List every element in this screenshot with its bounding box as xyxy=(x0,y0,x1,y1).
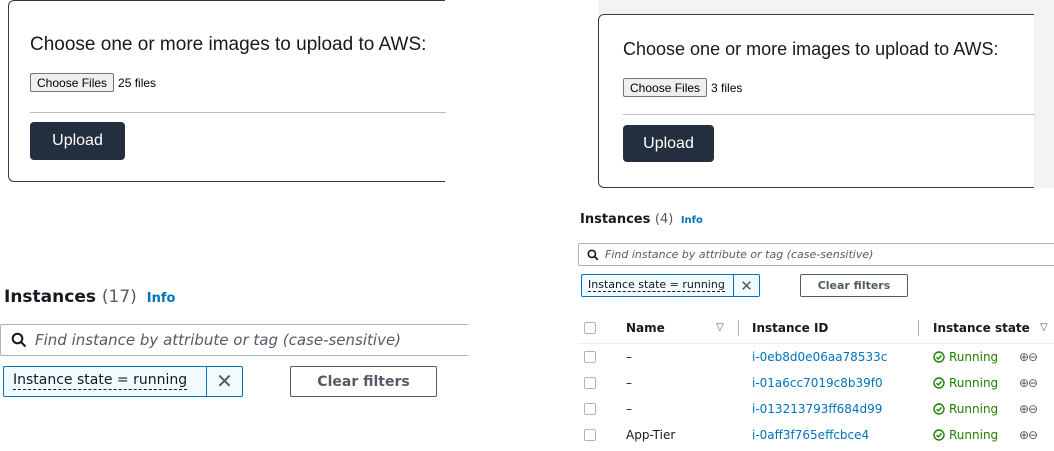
instance-name: – xyxy=(626,376,632,390)
filter-token-label[interactable]: Instance state = running xyxy=(582,275,734,296)
column-separator xyxy=(918,320,919,336)
caret-down-icon[interactable]: ▽ xyxy=(716,312,724,343)
search-placeholder: Find instance by attribute or tag (case-… xyxy=(605,248,874,261)
filter-token-label[interactable]: Instance state = running xyxy=(4,367,207,396)
upload-panel-left: Choose one or more images to upload to A… xyxy=(8,0,446,182)
instance-count: (4) xyxy=(654,212,674,227)
filter-token: Instance state = running ✕ xyxy=(581,274,760,297)
file-picker: Choose Files 3 files xyxy=(623,78,742,97)
instance-id-link[interactable]: i-013213793ff684d99 xyxy=(752,396,882,422)
status-text: Running xyxy=(949,376,999,390)
search-icon xyxy=(11,332,27,348)
info-link[interactable]: Info xyxy=(147,291,176,306)
table-header: Name ▽ Instance ID Instance state ▽ xyxy=(578,312,1054,344)
zoom-in-out-icon[interactable]: ⊕⊖ xyxy=(1019,370,1038,396)
upload-title: Choose one or more images to upload to A… xyxy=(623,39,999,59)
file-count: 3 files xyxy=(711,80,743,95)
instance-id-link[interactable]: i-0eb8d0e06aa78533c xyxy=(752,344,887,370)
column-header-name[interactable]: Name xyxy=(626,312,665,343)
zoom-in-out-icon[interactable]: ⊕⊖ xyxy=(1019,344,1038,370)
check-circle-icon xyxy=(933,403,945,415)
page-title: Instances xyxy=(580,212,651,227)
instance-id-link[interactable]: i-01a6cc7019c8b39f0 xyxy=(752,370,883,396)
status-text: Running xyxy=(949,428,999,442)
status-badge: Running xyxy=(933,422,998,448)
clear-filters-button[interactable]: Clear filters xyxy=(800,274,908,297)
instances-header: Instances (4) Info xyxy=(580,212,703,227)
instance-name: – xyxy=(626,350,632,364)
row-checkbox[interactable] xyxy=(584,403,596,415)
row-checkbox[interactable] xyxy=(584,429,596,441)
instance-count: (17) xyxy=(101,287,137,307)
close-icon[interactable]: ✕ xyxy=(207,367,242,396)
caret-down-icon[interactable]: ▽ xyxy=(1040,312,1048,343)
instances-table: Name ▽ Instance ID Instance state ▽ – i-… xyxy=(578,312,1054,448)
upload-button[interactable]: Upload xyxy=(623,125,714,162)
table-row[interactable]: – i-01a6cc7019c8b39f0 Running ⊕⊖ xyxy=(578,370,1054,396)
column-separator xyxy=(738,320,739,336)
filter-token: Instance state = running ✕ xyxy=(3,366,243,397)
instance-name: App-Tier xyxy=(626,428,676,442)
page-title: Instances xyxy=(4,287,96,307)
clear-filters-button[interactable]: Clear filters xyxy=(290,366,437,397)
status-text: Running xyxy=(949,350,999,364)
choose-files-button[interactable]: Choose Files xyxy=(30,73,115,92)
status-badge: Running xyxy=(933,396,998,422)
check-circle-icon xyxy=(933,429,945,441)
upload-button[interactable]: Upload xyxy=(30,122,125,160)
table-row[interactable]: – i-013213793ff684d99 Running ⊕⊖ xyxy=(578,396,1054,422)
divider xyxy=(30,112,446,113)
divider xyxy=(623,114,1035,115)
upload-panel-right: Choose one or more images to upload to A… xyxy=(598,14,1035,188)
background-strip xyxy=(1034,0,1054,188)
search-input[interactable]: Find instance by attribute or tag (case-… xyxy=(0,324,468,356)
background-strip xyxy=(598,0,1054,14)
status-text: Running xyxy=(949,402,999,416)
row-checkbox[interactable] xyxy=(584,351,596,363)
status-badge: Running xyxy=(933,344,998,370)
zoom-in-out-icon[interactable]: ⊕⊖ xyxy=(1019,422,1038,448)
file-picker: Choose Files 25 files xyxy=(30,73,156,92)
select-all-checkbox[interactable] xyxy=(584,321,596,334)
instance-id-link[interactable]: i-0aff3f765effcbce4 xyxy=(752,422,869,448)
column-header-instance-id[interactable]: Instance ID xyxy=(752,312,828,343)
column-header-instance-state[interactable]: Instance state xyxy=(933,312,1030,343)
table-row[interactable]: App-Tier i-0aff3f765effcbce4 Running ⊕⊖ xyxy=(578,422,1054,448)
instances-header: Instances (17) Info xyxy=(4,287,175,307)
file-count: 25 files xyxy=(118,75,157,90)
zoom-in-out-icon[interactable]: ⊕⊖ xyxy=(1019,396,1038,422)
info-link[interactable]: Info xyxy=(681,215,703,226)
choose-files-button[interactable]: Choose Files xyxy=(623,78,708,97)
check-circle-icon xyxy=(933,377,945,389)
status-badge: Running xyxy=(933,370,998,396)
search-icon xyxy=(587,248,599,260)
search-placeholder: Find instance by attribute or tag (case-… xyxy=(35,331,402,349)
table-row[interactable]: – i-0eb8d0e06aa78533c Running ⊕⊖ xyxy=(578,344,1054,370)
upload-title: Choose one or more images to upload to A… xyxy=(30,34,427,55)
search-input[interactable]: Find instance by attribute or tag (case-… xyxy=(578,243,1054,266)
check-circle-icon xyxy=(933,351,945,363)
instance-name: – xyxy=(626,402,632,416)
close-icon[interactable]: ✕ xyxy=(734,275,759,296)
row-checkbox[interactable] xyxy=(584,377,596,389)
